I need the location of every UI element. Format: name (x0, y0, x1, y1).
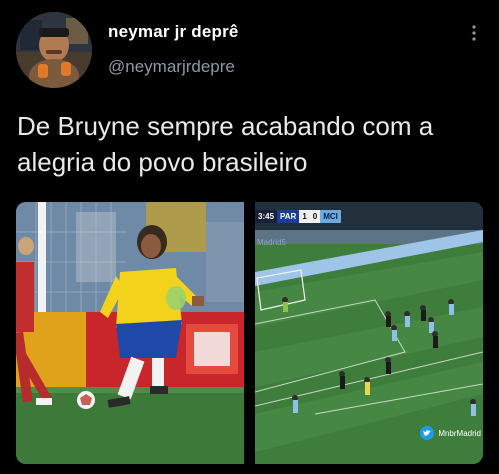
avatar-image (16, 12, 92, 88)
media-image-left[interactable] (16, 202, 244, 464)
user-handle[interactable]: @neymarjrdepre (108, 57, 235, 77)
tweet-card: neymar jr deprê @neymarjrdepre De Bruyne… (0, 0, 499, 474)
avatar[interactable] (16, 12, 92, 88)
match-broadcast-photo (255, 202, 483, 464)
display-name[interactable]: neymar jr deprê (108, 22, 239, 42)
away-score: 0 (309, 210, 321, 223)
tweet-text: De Bruyne sempre acabando com a alegria … (17, 111, 434, 177)
brazil-player-photo (16, 202, 244, 464)
scoreboard: 3:45 PAR 1 0 MCI (255, 210, 341, 223)
match-clock: 3:45 (255, 210, 278, 223)
more-options-icon[interactable] (471, 24, 477, 42)
media-credit-text: MnbrMadrid (438, 428, 481, 438)
home-team: PAR (277, 210, 300, 223)
home-score: 1 (299, 210, 310, 223)
away-team: MCI (320, 210, 341, 223)
media-credit: MnbrMadrid (420, 426, 481, 440)
media-image-right[interactable]: 3:45 PAR 1 0 MCI Madrid5 MnbrMadrid (255, 202, 483, 464)
twitter-bird-icon (420, 426, 435, 440)
broadcast-watermark: Madrid5 (257, 238, 286, 247)
